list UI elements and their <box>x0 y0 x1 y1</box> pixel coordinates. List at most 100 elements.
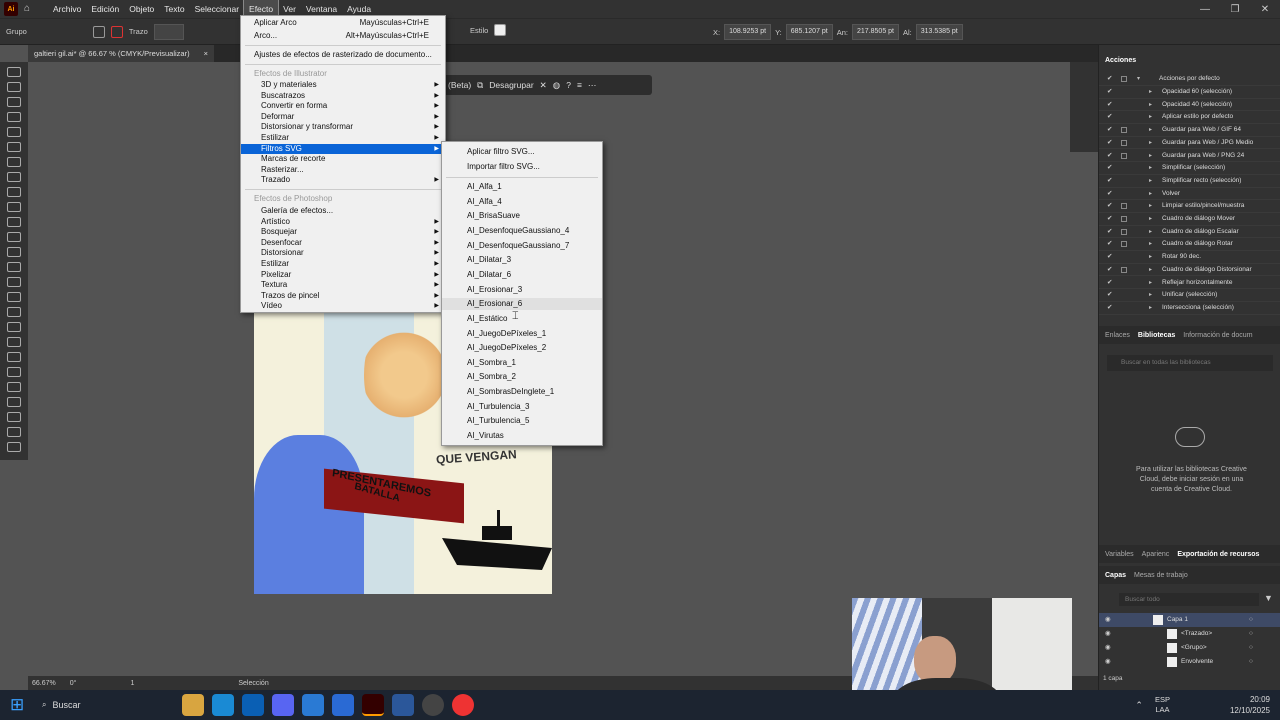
effect-menu-item[interactable]: Rasterizar... <box>241 165 445 176</box>
svg-filter-item[interactable]: AI_Virutas <box>467 430 504 442</box>
help-icon[interactable]: ? <box>566 80 571 90</box>
chevron-right-icon[interactable]: ▸ <box>1149 175 1152 188</box>
dialog-toggle-icon[interactable] <box>1121 152 1127 159</box>
recolor-icon[interactable]: ◍ <box>553 80 560 91</box>
tool-icon[interactable] <box>7 82 21 92</box>
menu-apply-last[interactable]: Aplicar Arco Mayúsculas+Ctrl+E <box>241 18 445 29</box>
close-tab-icon[interactable]: × <box>204 45 208 62</box>
chevron-right-icon[interactable]: ▸ <box>1149 200 1152 213</box>
home-icon[interactable]: ⌂ <box>24 3 38 15</box>
svg-filter-item[interactable]: AI_Dilatar_3 <box>467 254 511 266</box>
target-icon[interactable]: ○ <box>1249 655 1253 669</box>
action-row[interactable]: ✔ ▸ Reflejar horizontalmente <box>1099 277 1280 290</box>
eye-icon[interactable]: ◉ <box>1105 627 1111 641</box>
check-icon[interactable]: ✔ <box>1107 73 1112 86</box>
chevron-right-icon[interactable]: ▸ <box>1149 264 1152 277</box>
effect-menu-item[interactable]: 3D y materiales ▶ <box>241 80 445 91</box>
chevron-down-icon[interactable]: ▾ <box>1137 73 1140 86</box>
effect-menu-item[interactable]: Distorsionar y transformar ▶ <box>241 122 445 133</box>
eye-icon[interactable]: ◉ <box>1105 641 1111 655</box>
chevron-right-icon[interactable]: ▸ <box>1149 86 1152 99</box>
check-icon[interactable]: ✔ <box>1107 277 1112 290</box>
apply-svg-filter-item[interactable]: Aplicar filtro SVG... <box>467 146 535 158</box>
x-field[interactable]: 108.9253 pt <box>724 24 772 40</box>
chevron-right-icon[interactable]: ▸ <box>1149 124 1152 137</box>
import-svg-filter-item[interactable]: Importar filtro SVG... <box>467 161 540 173</box>
ungroup-icon[interactable]: ⧉ <box>477 80 483 91</box>
svg-filter-item[interactable]: AI_Turbulencia_5 <box>467 415 529 427</box>
chevron-right-icon[interactable]: ▸ <box>1149 99 1152 112</box>
chevron-right-icon[interactable]: ▸ <box>1149 238 1152 251</box>
tool-icon[interactable] <box>7 157 21 167</box>
svg-filter-item[interactable]: AI_Erosionar_6 <box>442 298 602 311</box>
action-row[interactable]: ✔ ▸ Guardar para Web / PNG 24 <box>1099 150 1280 163</box>
tray-chevron-icon[interactable]: ⌃ <box>1135 700 1143 711</box>
action-row[interactable]: ✔ ▸ Limpiar estilo/pincel/muestra <box>1099 200 1280 213</box>
effect-menu-item[interactable]: Trazado ▶ <box>241 175 445 186</box>
svg-filter-item[interactable]: AI_Erosionar_3 <box>467 284 522 296</box>
dialog-toggle-icon[interactable] <box>1121 228 1127 235</box>
check-icon[interactable]: ✔ <box>1107 213 1112 226</box>
chevron-right-icon[interactable]: ▸ <box>1149 226 1152 239</box>
maximize-icon[interactable]: ❐ <box>1220 4 1250 15</box>
stroke-weight-field[interactable] <box>153 23 184 40</box>
svg-filter-item[interactable]: AI_Dilatar_6 <box>467 269 511 281</box>
dialog-toggle-icon[interactable] <box>1121 241 1127 248</box>
tool-icon[interactable] <box>7 397 21 407</box>
chevron-right-icon[interactable]: ▸ <box>1149 162 1152 175</box>
chevron-right-icon[interactable]: ▸ <box>1149 289 1152 302</box>
effect-menu-item[interactable]: Deformar ▶ <box>241 112 445 123</box>
dialog-toggle-icon[interactable] <box>1121 203 1127 210</box>
action-row[interactable]: ✔ ▸ Cuadro de diálogo Escalar <box>1099 226 1280 239</box>
windows-start-icon[interactable]: ⊞ <box>10 694 32 716</box>
close-x-icon[interactable]: ✕ <box>540 80 547 91</box>
menu-1[interactable]: Edición <box>86 0 124 18</box>
action-row[interactable]: ✔ ▸ Cuadro de diálogo Mover <box>1099 213 1280 226</box>
zoom-field[interactable]: 66.67% <box>32 680 56 687</box>
eye-icon[interactable]: ◉ <box>1105 655 1111 669</box>
effect-menu-item[interactable]: Buscatrazos ▶ <box>241 91 445 102</box>
chrome-icon[interactable] <box>452 694 475 716</box>
dialog-toggle-icon[interactable] <box>1121 127 1127 134</box>
svg-filter-item[interactable]: AI_JuegoDePíxeles_1 <box>467 328 546 340</box>
tool-icon[interactable] <box>7 142 21 152</box>
dialog-toggle-icon[interactable] <box>1121 216 1127 222</box>
svg-filter-item[interactable]: AI_SombrasDeInglete_1 <box>467 386 554 398</box>
illustrator-taskbar-icon[interactable] <box>362 694 385 716</box>
more-icon[interactable]: ⋯ <box>588 80 597 91</box>
dialog-toggle-icon[interactable] <box>1121 76 1127 82</box>
tool-icon[interactable] <box>7 127 21 137</box>
chevron-right-icon[interactable]: ▸ <box>1149 111 1152 124</box>
svg-filter-item[interactable]: AI_Sombra_2 <box>467 371 516 383</box>
check-icon[interactable]: ✔ <box>1107 175 1112 188</box>
svg-filter-item[interactable]: AI_DesenfoqueGaussiano_4 <box>467 225 569 237</box>
effect-menu-item[interactable]: Desenfocar ▶ <box>241 238 445 249</box>
layers-search-input[interactable]: Buscar todo <box>1119 593 1259 606</box>
panel-tab[interactable]: Bibliotecas <box>1138 332 1175 339</box>
obs-icon[interactable] <box>422 694 445 716</box>
library-search-input[interactable]: Buscar en todas las bibliotecas <box>1107 355 1273 371</box>
panel-tab[interactable]: Variables <box>1105 551 1134 558</box>
tool-icon[interactable] <box>7 337 21 347</box>
taskbar-search[interactable]: Buscar <box>52 700 162 710</box>
check-icon[interactable]: ✔ <box>1107 162 1112 175</box>
minimize-icon[interactable]: — <box>1190 4 1220 15</box>
effect-menu-item[interactable]: Filtros SVG ▶ <box>241 143 445 155</box>
svg-filter-item[interactable]: AI_Alfa_1 <box>467 181 502 193</box>
svg-filter-item[interactable]: AI_DesenfoqueGaussiano_7 <box>467 240 569 252</box>
language-indicator-2[interactable]: LAA <box>1155 705 1170 715</box>
menu-last-effect[interactable]: Arco... Alt+Mayúsculas+Ctrl+E <box>241 31 445 42</box>
action-row[interactable]: ✔ ▸ Simplificar (selección) <box>1099 162 1280 175</box>
tool-icon[interactable] <box>7 307 21 317</box>
dialog-toggle-icon[interactable] <box>1121 139 1127 146</box>
beta-label[interactable]: (Beta) <box>448 80 471 90</box>
tool-icon[interactable] <box>7 172 21 182</box>
svg-filter-item[interactable]: AI_Sombra_1 <box>467 357 516 369</box>
check-icon[interactable]: ✔ <box>1107 86 1112 99</box>
target-icon[interactable]: ○ <box>1249 627 1253 641</box>
layer-row[interactable]: ◉ Envolvente ○ <box>1099 655 1280 669</box>
menu-2[interactable]: Objeto <box>124 0 159 18</box>
effect-menu-item[interactable]: Pixelizar ▶ <box>241 270 445 281</box>
rotation-field[interactable]: 0° <box>70 680 77 687</box>
menu-3[interactable]: Texto <box>159 0 189 18</box>
